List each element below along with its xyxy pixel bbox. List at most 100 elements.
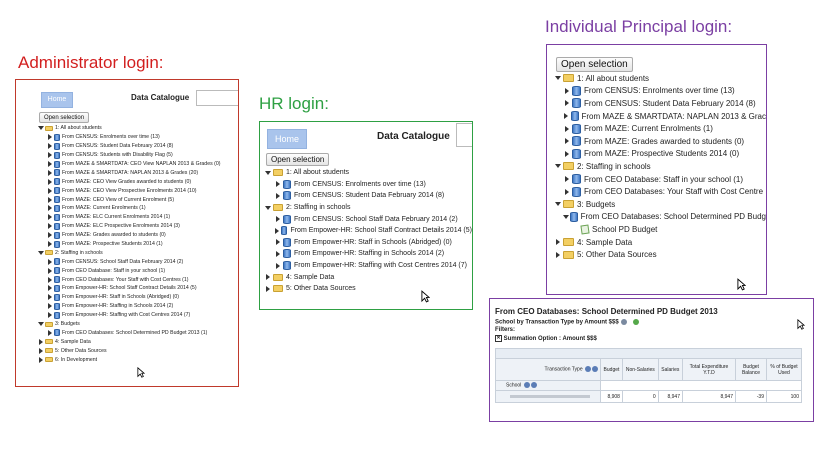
collapsed-arrow-icon[interactable] — [48, 267, 52, 274]
sort-icon[interactable] — [530, 382, 537, 389]
collapsed-arrow-icon[interactable] — [48, 294, 52, 301]
tree-dataset-item[interactable]: From Empower-HR: Staff in Schools (Abrid… — [260, 237, 472, 249]
tree-folder-item[interactable]: 4: Sample Data — [260, 271, 472, 283]
tree-folder-item[interactable]: 3: Budgets — [547, 198, 766, 211]
tree-dataset-item[interactable]: From MAZE: CEO View of Current Enrolment… — [16, 195, 238, 204]
collapsed-arrow-icon[interactable] — [39, 356, 43, 363]
open-selection-button[interactable]: Open selection — [556, 57, 633, 72]
info-icon[interactable] — [621, 319, 628, 325]
collapsed-arrow-icon[interactable] — [48, 258, 52, 265]
home-button[interactable]: Home — [267, 129, 307, 149]
tree-dataset-item[interactable]: From CEO Database: Staff in your school … — [547, 173, 766, 186]
expanded-arrow-icon[interactable] — [554, 76, 561, 81]
collapsed-arrow-icon[interactable] — [276, 181, 280, 188]
tree-dataset-item[interactable]: From Empower-HR: School Staff Contract D… — [16, 284, 238, 293]
tree-dataset-item[interactable]: From MAZE: Prospective Students 2014 (0) — [547, 148, 766, 161]
tree-folder-item[interactable]: 1: All about students — [16, 124, 238, 133]
collapsed-arrow-icon[interactable] — [48, 241, 52, 248]
tree-folder-item[interactable]: 4: Sample Data — [547, 236, 766, 249]
tree-dataset-item[interactable]: From CENSUS: Student Data February 2014 … — [16, 142, 238, 151]
tree-dataset-item[interactable]: From Empower-HR: Staffing in Schools 201… — [260, 248, 472, 260]
collapsed-arrow-icon[interactable] — [555, 251, 560, 258]
collapsed-arrow-icon[interactable] — [564, 138, 569, 145]
tree-dataset-item[interactable]: From Empower-HR: Staffing with Cost Cent… — [260, 260, 472, 272]
expanded-arrow-icon[interactable] — [554, 164, 561, 169]
tree-folder-item[interactable]: 6: In Development — [16, 355, 238, 364]
expanded-arrow-icon[interactable] — [265, 170, 271, 175]
collapsed-arrow-icon[interactable] — [48, 161, 52, 167]
tree-dataset-item[interactable]: From CENSUS: Students with Disability Fl… — [16, 151, 238, 160]
tree-folder-item[interactable]: 2: Staffing in schools — [260, 202, 472, 214]
collapsed-arrow-icon[interactable] — [48, 196, 52, 203]
tree-dataset-item[interactable]: From MAZE: ELC Current Enrolments 2014 (… — [16, 213, 238, 222]
tree-dataset-item[interactable]: From CEO Databases: Your Staff with Cost… — [547, 185, 766, 198]
tree-dataset-item[interactable]: From MAZE: Current Enrolments (1) — [547, 122, 766, 135]
expanded-arrow-icon[interactable] — [554, 202, 561, 207]
tree-dataset-item[interactable]: From MAZE: Prospective Students 2014 (1) — [16, 240, 238, 249]
collapsed-arrow-icon[interactable] — [276, 216, 280, 223]
collapsed-arrow-icon[interactable] — [564, 176, 569, 183]
collapsed-arrow-icon[interactable] — [48, 232, 52, 239]
sort-icon[interactable] — [592, 366, 598, 373]
collapsed-arrow-icon[interactable] — [563, 113, 568, 120]
transaction-type-header[interactable]: Transaction Type — [495, 358, 601, 381]
tree-dataset-item[interactable]: From Empower-HR: School Staff Contract D… — [260, 225, 472, 237]
collapsed-arrow-icon[interactable] — [48, 312, 52, 319]
expanded-arrow-icon[interactable] — [265, 205, 271, 210]
collapsed-arrow-icon[interactable] — [564, 150, 569, 157]
tree-dataset-item[interactable]: From MAZE & SMARTDATA: CEO View NAPLAN 2… — [16, 160, 238, 169]
tree-report-item[interactable]: School PD Budget — [547, 223, 766, 236]
tree-dataset-item[interactable]: From MAZE: ELC Prospective Enrolments 20… — [16, 222, 238, 231]
tree-dataset-item[interactable]: From CEO Databases: Your Staff with Cost… — [16, 275, 238, 284]
collapsed-arrow-icon[interactable] — [39, 338, 43, 345]
tree-dataset-item[interactable]: From CENSUS: School Staff Data February … — [16, 257, 238, 266]
tree-dataset-item[interactable]: From MAZE: Grades awarded to students (0… — [547, 135, 766, 148]
column-header[interactable]: Budget — [600, 358, 623, 381]
collapsed-arrow-icon[interactable] — [555, 239, 560, 246]
open-selection-button[interactable]: Open selection — [39, 112, 90, 123]
search-input[interactable] — [196, 90, 238, 106]
collapsed-arrow-icon[interactable] — [48, 169, 52, 176]
tree-dataset-item[interactable]: From CEO Database: Staff in your school … — [16, 266, 238, 275]
expanded-arrow-icon[interactable] — [38, 126, 44, 131]
expanded-arrow-icon[interactable] — [562, 214, 569, 219]
collapsed-arrow-icon[interactable] — [564, 100, 569, 107]
tree-folder-item[interactable]: 5: Other Data Sources — [547, 248, 766, 261]
collapsed-arrow-icon[interactable] — [48, 178, 52, 185]
collapsed-arrow-icon[interactable] — [276, 262, 280, 269]
tree-dataset-item[interactable]: From MAZE: CEO View Prospective Enrolmen… — [16, 186, 238, 195]
tree-folder-item[interactable]: 2: Staffing in schools — [16, 248, 238, 257]
tree-dataset-item[interactable]: From MAZE: Current Enrolments (1) — [16, 204, 238, 213]
column-header[interactable]: Budget Balance — [735, 358, 767, 381]
collapsed-arrow-icon[interactable] — [48, 134, 52, 141]
tree-dataset-item[interactable]: From MAZE: CEO View Grades awarded to st… — [16, 177, 238, 186]
collapsed-arrow-icon[interactable] — [48, 285, 52, 292]
column-header[interactable]: Salaries — [657, 358, 684, 381]
tree-folder-item[interactable]: 2: Staffing in schools — [547, 160, 766, 173]
collapsed-arrow-icon[interactable] — [48, 152, 52, 159]
column-header[interactable]: Non-Salaries — [621, 358, 659, 381]
tree-dataset-item[interactable]: From CENSUS: Enrolments over time (13) — [16, 133, 238, 142]
expanded-arrow-icon[interactable] — [38, 322, 44, 327]
tree-dataset-item[interactable]: From Empower-HR: Staff in Schools (Abrid… — [16, 293, 238, 302]
tree-dataset-item[interactable]: From CENSUS: Enrolments over time (13) — [547, 85, 766, 98]
tree-folder-item[interactable]: 1: All about students — [260, 167, 472, 179]
collapsed-arrow-icon[interactable] — [39, 347, 43, 354]
open-selection-button[interactable]: Open selection — [266, 153, 330, 166]
collapsed-arrow-icon[interactable] — [48, 187, 52, 194]
expanded-arrow-icon[interactable] — [38, 250, 44, 255]
tree-dataset-item[interactable]: From CENSUS: Enrolments over time (13) — [260, 179, 472, 191]
collapsed-arrow-icon[interactable] — [48, 276, 52, 283]
tree-dataset-item[interactable]: From MAZE & SMARTDATA: NAPLAN 2013 & Gra… — [547, 110, 766, 123]
collapsed-arrow-icon[interactable] — [48, 205, 52, 212]
collapsed-arrow-icon[interactable] — [276, 250, 280, 257]
column-header[interactable]: Total Expenditure Y.T.D — [682, 358, 736, 381]
refresh-icon[interactable] — [633, 319, 640, 325]
tree-dataset-item[interactable]: From MAZE: Grades awarded to students (0… — [16, 231, 238, 240]
collapsed-arrow-icon[interactable] — [266, 285, 270, 292]
search-input[interactable] — [456, 123, 472, 147]
collapsed-arrow-icon[interactable] — [276, 192, 280, 199]
collapsed-arrow-icon[interactable] — [274, 227, 279, 234]
tree-folder-item[interactable]: 1: All about students — [547, 72, 766, 85]
column-header[interactable]: % of Budget Used — [766, 358, 802, 381]
